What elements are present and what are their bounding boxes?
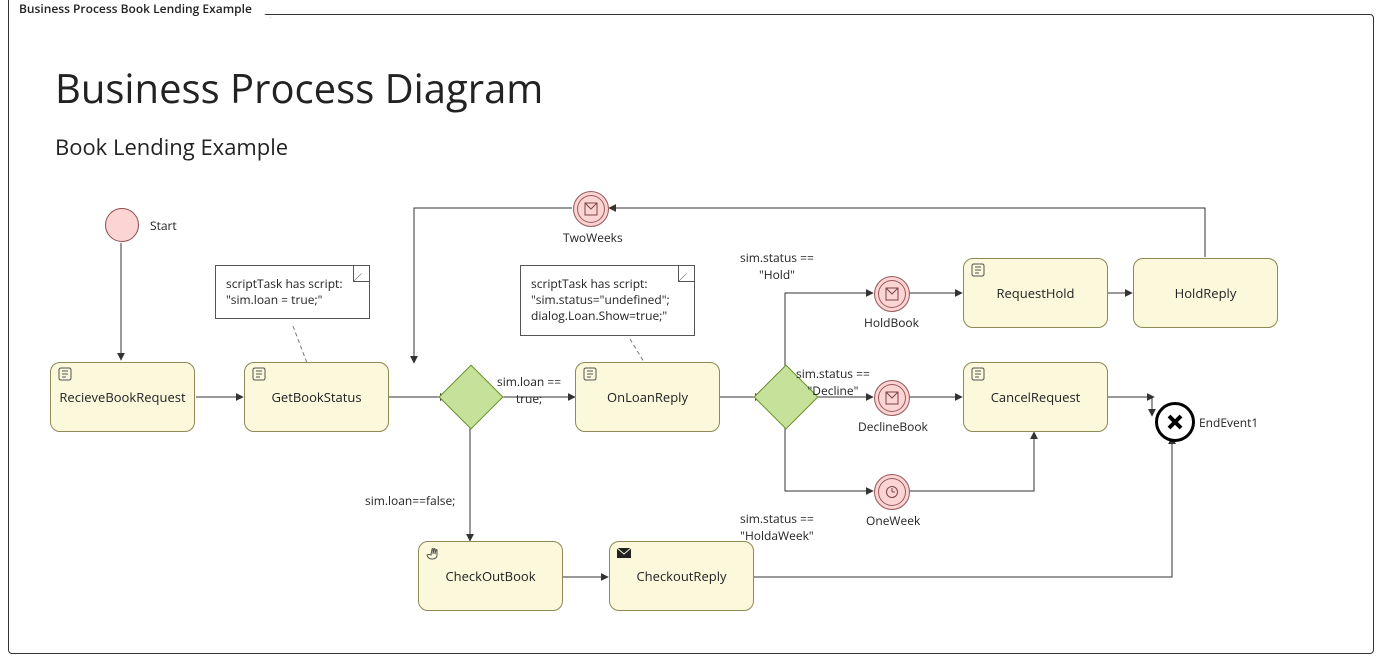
event-declinebook — [874, 380, 910, 416]
task-label: RequestHold — [996, 284, 1074, 302]
edge-status-hold: sim.status == "Hold" — [740, 249, 814, 283]
edge-loan-true: sim.loan == true; — [497, 373, 561, 407]
task-label: CheckoutReply — [636, 567, 726, 585]
envelope-filled-icon — [616, 546, 632, 560]
event-holdbook — [874, 276, 910, 312]
event-oneweek — [874, 474, 910, 510]
task-recievebookrequest: RecieveBookRequest — [50, 362, 195, 432]
edge-loan-false: sim.loan==false; — [365, 492, 455, 509]
task-getbookstatus: GetBookStatus — [244, 362, 389, 432]
task-label: GetBookStatus — [271, 388, 361, 406]
hand-icon — [425, 546, 441, 560]
task-label: RecieveBookRequest — [59, 388, 185, 406]
task-requesthold: RequestHold — [963, 258, 1108, 328]
note-2: scriptTask has script: "sim.status="unde… — [520, 265, 695, 336]
start-event — [105, 208, 139, 242]
task-onloanreply: OnLoanReply — [575, 362, 720, 432]
task-label: HoldReply — [1175, 284, 1237, 302]
task-holdreply: HoldReply — [1133, 258, 1278, 328]
event-twoweeks-label: TwoWeeks — [563, 229, 623, 246]
task-checkoutbook: CheckOutBook — [418, 541, 563, 611]
task-label: OnLoanReply — [607, 388, 688, 406]
task-label: CancelRequest — [991, 388, 1081, 406]
script-icon — [582, 367, 598, 381]
event-oneweek-label: OneWeek — [866, 512, 920, 529]
end-event — [1155, 402, 1195, 442]
bpmn-diagram: Business Process Book Lending Example Bu… — [0, 0, 1382, 661]
page-subtitle: Book Lending Example — [55, 132, 288, 162]
start-label: Start — [150, 217, 177, 234]
script-icon — [970, 263, 986, 277]
event-declinebook-label: DeclineBook — [858, 418, 928, 435]
task-checkoutreply: CheckoutReply — [609, 541, 754, 611]
end-event-label: EndEvent1 — [1199, 414, 1258, 431]
edge-status-holdaweek: sim.status == "HoldaWeek" — [740, 510, 814, 544]
event-twoweeks — [573, 191, 609, 227]
script-icon — [251, 367, 267, 381]
task-cancelrequest: CancelRequest — [963, 362, 1108, 432]
script-icon — [57, 367, 73, 381]
script-icon — [970, 367, 986, 381]
event-holdbook-label: HoldBook — [864, 314, 919, 331]
note-1: scriptTask has script: "sim.loan = true;… — [215, 265, 370, 319]
page-title: Business Process Diagram — [55, 60, 543, 115]
edge-status-decline: sim.status == "Decline" — [796, 365, 870, 399]
task-label: CheckOutBook — [445, 567, 535, 585]
frame-tab: Business Process Book Lending Example — [8, 0, 271, 18]
